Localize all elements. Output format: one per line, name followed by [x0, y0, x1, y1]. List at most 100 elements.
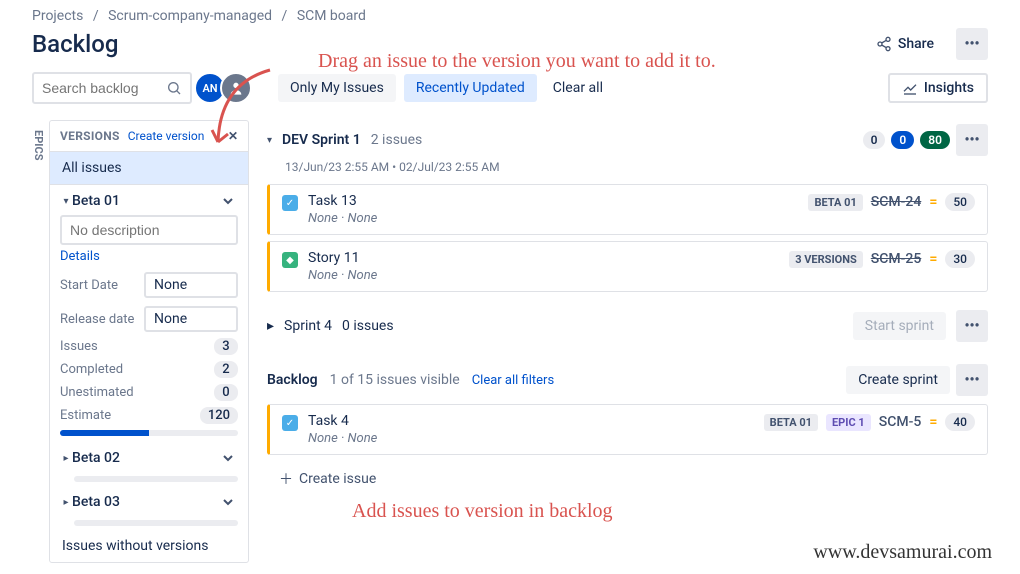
versions-panel: VERSIONS Create version ✕ All issues ▾ B…	[49, 120, 249, 563]
all-issues-filter[interactable]: All issues	[50, 151, 248, 185]
issue-key[interactable]: SCM-25	[871, 251, 922, 267]
version-beta03[interactable]: ▸ Beta 03	[50, 486, 248, 518]
chevron-down-icon: ▾	[60, 196, 72, 207]
avatar-group[interactable]: AN	[200, 72, 252, 104]
version-toggle[interactable]: ▾ Beta 01	[60, 191, 238, 211]
chevron-right-icon[interactable]: ▸	[267, 318, 274, 334]
unestimated-count: 0	[214, 384, 238, 401]
search-icon	[166, 80, 182, 96]
share-button[interactable]: Share	[866, 30, 944, 58]
epic-badge: EPIC 1	[826, 414, 871, 431]
task-icon: ✓	[282, 415, 298, 431]
person-icon	[228, 80, 244, 96]
issues-label: Issues	[60, 339, 98, 354]
search-input[interactable]	[42, 80, 166, 96]
story-icon: ◆	[282, 252, 298, 268]
inprogress-pill: 0	[891, 131, 914, 149]
filter-only-my[interactable]: Only My Issues	[278, 74, 396, 102]
release-date-field[interactable]: None	[144, 306, 238, 332]
sprint-count: 2 issues	[371, 132, 423, 148]
progress-bar	[60, 430, 238, 436]
backlog-title: Backlog	[267, 372, 318, 388]
search-box[interactable]	[32, 72, 192, 104]
toolbar: AN Only My Issues Recently Updated Clear…	[0, 68, 1020, 112]
create-version-link[interactable]: Create version	[128, 129, 205, 143]
start-date-field[interactable]: None	[144, 272, 238, 298]
version-beta02[interactable]: ▸ Beta 02	[50, 442, 248, 474]
version-name: Beta 02	[72, 450, 218, 466]
create-issue-label: Create issue	[299, 471, 376, 487]
breadcrumb: Projects / Scrum-company-managed / SCM b…	[0, 0, 1020, 24]
backlog-more-button[interactable]: •••	[956, 364, 988, 396]
filter-recent[interactable]: Recently Updated	[404, 74, 537, 102]
priority-icon: =	[929, 414, 937, 430]
plus-icon: ＋	[279, 469, 293, 489]
version-menu-caret[interactable]	[218, 492, 238, 512]
epics-tab[interactable]: EPICS	[32, 120, 49, 563]
version-badge: 3 VERSIONS	[789, 251, 863, 268]
breadcrumb-projects[interactable]: Projects	[32, 8, 83, 24]
sprint-header: ▾ DEV Sprint 1 2 issues 0 0 80 •••	[267, 124, 988, 156]
issue-key[interactable]: SCM-24	[871, 194, 922, 210]
chevron-down-icon[interactable]: ▾	[267, 135, 272, 146]
main-content: ▾ DEV Sprint 1 2 issues 0 0 80 ••• 13/Ju…	[249, 120, 1020, 563]
unestimated-label: Unestimated	[60, 385, 134, 400]
breadcrumb-project[interactable]: Scrum-company-managed	[108, 8, 272, 24]
sprint-more-button[interactable]: •••	[956, 124, 988, 156]
insights-button[interactable]: Insights	[888, 73, 988, 103]
sprint-name: DEV Sprint 1	[282, 132, 361, 148]
todo-pill: 0	[863, 131, 886, 149]
clear-filters-link[interactable]: Clear all filters	[472, 373, 554, 388]
issue-meta: None · None	[308, 431, 764, 446]
insights-label: Insights	[924, 80, 974, 96]
version-badge: BETA 01	[808, 194, 862, 211]
create-sprint-button[interactable]: Create sprint	[846, 366, 950, 394]
clear-all[interactable]: Clear all	[545, 80, 611, 96]
estimate-badge: 50	[945, 193, 975, 211]
breadcrumb-sep: /	[93, 8, 99, 24]
priority-icon: =	[929, 194, 937, 210]
share-label: Share	[898, 36, 934, 52]
issue-card[interactable]: ✓ Task 4 None · None BETA 01 EPIC 1 SCM-…	[267, 404, 988, 455]
version-menu-caret[interactable]	[218, 191, 238, 211]
task-icon: ✓	[282, 195, 298, 211]
details-link[interactable]: Details	[60, 249, 100, 264]
issue-card[interactable]: ◆ Story 11 None · None 3 VERSIONS SCM-25…	[267, 241, 988, 292]
breadcrumb-sep: /	[282, 8, 288, 24]
version-beta01: ▾ Beta 01 Details Start Date None Releas…	[50, 185, 248, 442]
sprint4-header: ▸ Sprint 4 0 issues Start sprint •••	[267, 310, 988, 342]
breadcrumb-board[interactable]: SCM board	[297, 8, 366, 24]
avatar-unassigned[interactable]	[220, 72, 252, 104]
version-name: Beta 01	[72, 193, 218, 209]
completed-label: Completed	[60, 362, 123, 377]
more-button[interactable]: •••	[956, 28, 988, 60]
chart-icon	[902, 80, 918, 96]
issue-title: Story 11	[308, 250, 789, 266]
issue-key[interactable]: SCM-5	[879, 414, 922, 430]
backlog-info: 1 of 15 issues visible	[330, 372, 460, 388]
issue-title: Task 4	[308, 413, 764, 429]
estimate-count: 120	[200, 407, 238, 424]
share-icon	[876, 36, 892, 52]
version-menu-caret[interactable]	[218, 448, 238, 468]
close-icon[interactable]: ✕	[228, 129, 238, 143]
issues-without-versions[interactable]: Issues without versions	[50, 530, 248, 562]
sprint-more-button[interactable]: •••	[956, 310, 988, 342]
completed-count: 2	[214, 361, 238, 378]
footer-url: www.devsamurai.com	[813, 541, 992, 564]
create-issue-button[interactable]: ＋ Create issue	[267, 461, 988, 497]
versions-header: VERSIONS	[60, 129, 120, 143]
page-title: Backlog	[32, 30, 118, 58]
start-date-label: Start Date	[60, 278, 136, 293]
issue-meta: None · None	[308, 268, 789, 283]
version-name: Beta 03	[72, 494, 218, 510]
issue-title: Task 13	[308, 193, 808, 209]
estimate-badge: 30	[945, 250, 975, 268]
progress-placeholder	[74, 476, 238, 482]
progress-placeholder	[74, 520, 238, 526]
version-badge: BETA 01	[764, 414, 818, 431]
release-date-label: Release date	[60, 312, 136, 327]
issue-card[interactable]: ✓ Task 13 None · None BETA 01 SCM-24 = 5…	[267, 184, 988, 235]
start-sprint-button: Start sprint	[853, 312, 946, 340]
description-field[interactable]	[60, 215, 238, 245]
